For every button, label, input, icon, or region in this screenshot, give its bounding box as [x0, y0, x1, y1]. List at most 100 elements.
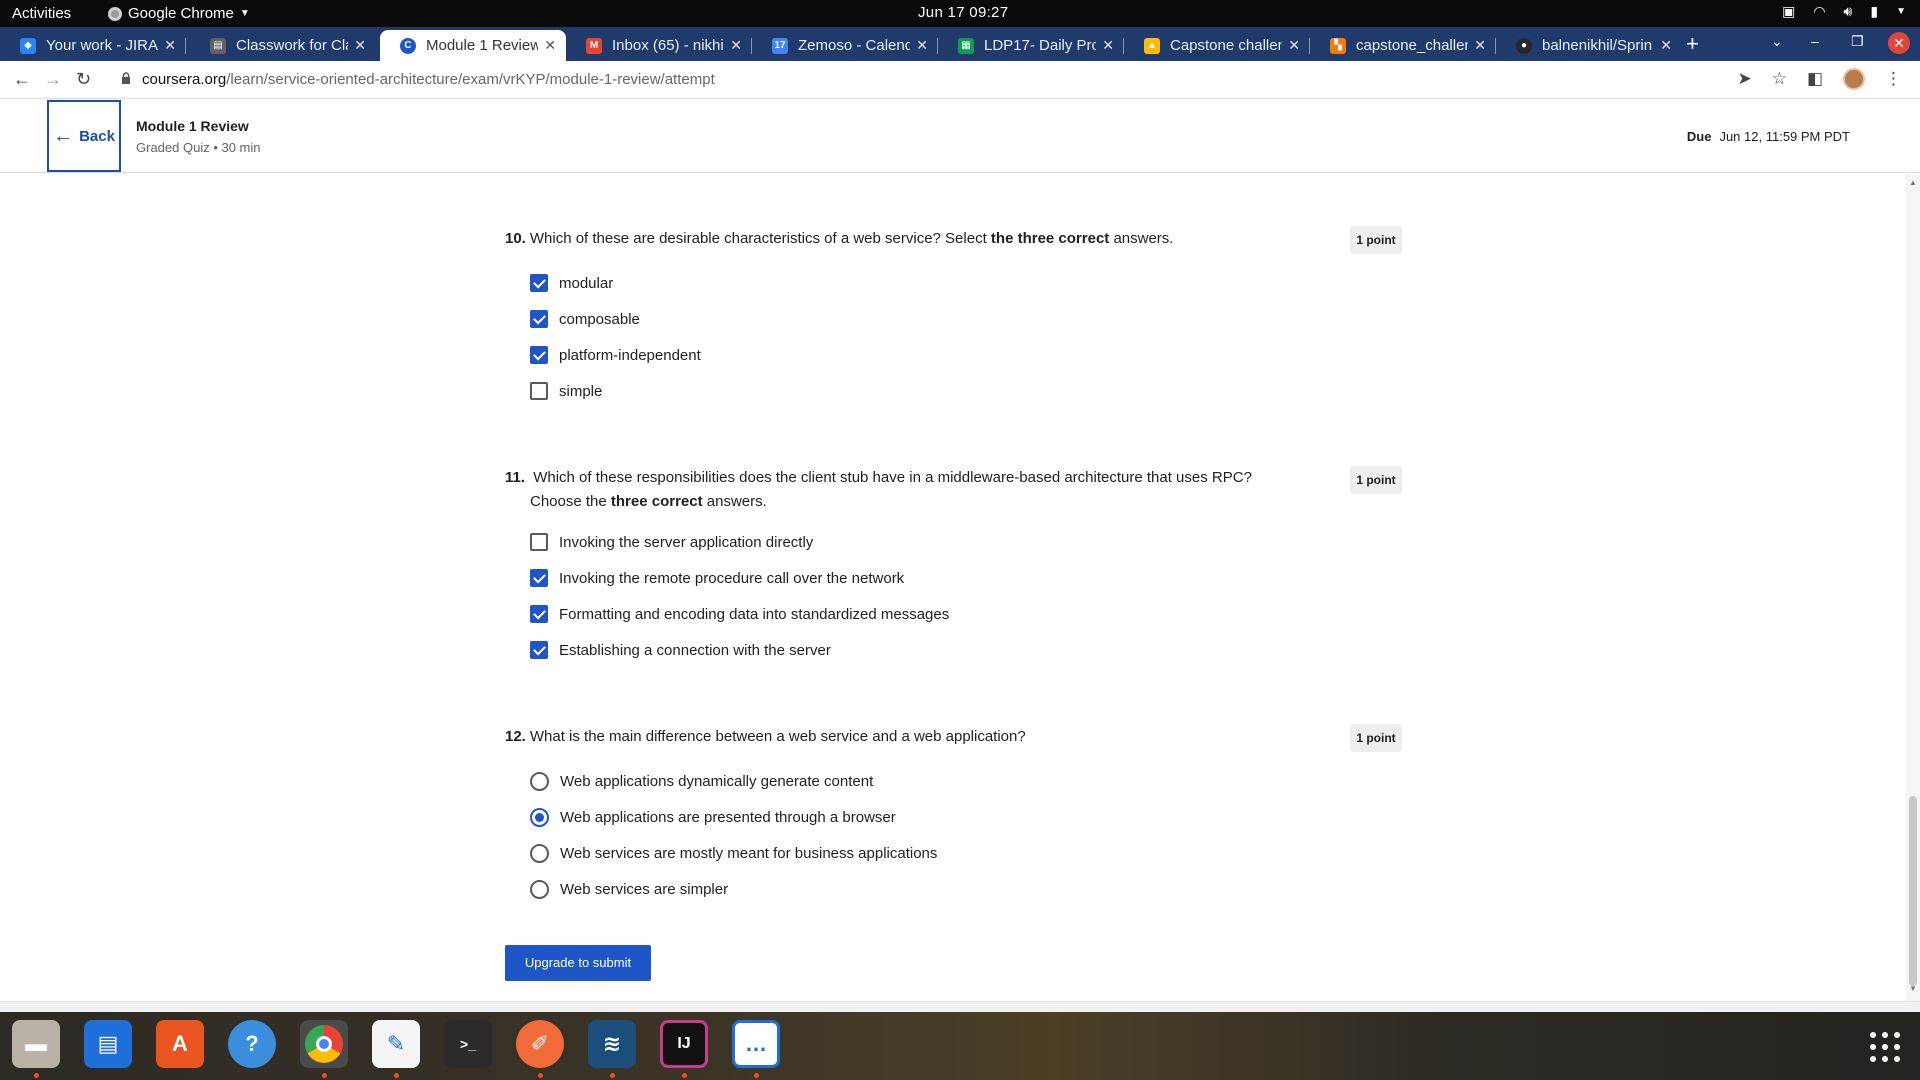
text-editor-icon[interactable]: ✎ [372, 1020, 420, 1068]
volume-icon[interactable]: 🔊︎ [1844, 3, 1853, 20]
tab-calendar[interactable]: 17 Zemoso - Calenda ✕ [752, 30, 938, 61]
option-establishing-connection[interactable]: Establishing a connection with the serve… [530, 638, 831, 662]
send-icon[interactable]: ➤ [1737, 69, 1751, 89]
notification-icon[interactable]: ▣ [1782, 3, 1795, 20]
option-presented-through-browser[interactable]: Web applications are presented through a… [530, 805, 896, 829]
checkbox[interactable] [530, 605, 548, 623]
tab-github[interactable]: ● balnenikhil/Sprin ✕ [1496, 30, 1682, 61]
option-modular[interactable]: modular [530, 271, 613, 295]
option-invoking-server-directly[interactable]: Invoking the server application directly [530, 530, 813, 554]
tab-classroom[interactable]: ▤ Classwork for Cla ✕ [190, 30, 376, 61]
tab-title: Classwork for Cla [236, 37, 349, 54]
question-text: 10. Which of these are desirable characte… [505, 227, 1265, 251]
gmail-icon: M [586, 37, 602, 54]
app-menu[interactable]: Google Chrome ▼ [108, 5, 250, 22]
star-icon[interactable]: ☆ [1772, 69, 1787, 89]
software-center-icon[interactable]: A [156, 1020, 204, 1068]
system-tray[interactable]: ▣ ◠ 🔊︎ ▮ ▼ [1782, 3, 1906, 20]
close-tab-icon[interactable]: ✕ [354, 37, 366, 54]
checkbox[interactable] [530, 533, 548, 551]
minimize-icon[interactable]: – [1811, 33, 1819, 49]
upgrade-to-submit-button[interactable]: Upgrade to submit [505, 945, 651, 981]
close-tab-icon[interactable]: ✕ [916, 37, 928, 54]
close-window-button[interactable]: ✕ [1888, 32, 1910, 54]
option-label: platform-independent [559, 346, 701, 364]
question-text-part: Choose the [530, 493, 611, 510]
option-business-applications[interactable]: Web services are mostly meant for busine… [530, 841, 937, 865]
option-web-services-simpler[interactable]: Web services are simpler [530, 877, 728, 901]
menu-dots-icon[interactable]: ⋮ [1885, 69, 1902, 89]
close-tab-icon[interactable]: ✕ [544, 37, 556, 54]
scroll-up-icon[interactable]: ▲ [1909, 178, 1917, 187]
horizontal-scrollbar[interactable] [0, 1001, 1920, 1012]
due-label: Due [1686, 129, 1712, 144]
checkbox[interactable] [530, 346, 548, 364]
tab-sheets[interactable]: ▦ LDP17- Daily Prog ✕ [938, 30, 1124, 61]
wifi-icon[interactable]: ◠ [1813, 3, 1825, 20]
clock[interactable]: Jun 17 09:27 [918, 4, 1008, 21]
profile-avatar[interactable] [1843, 68, 1865, 90]
system-top-bar: Activities Google Chrome ▼ Jun 17 09:27 … [0, 0, 1920, 27]
files-icon[interactable]: ▬ [12, 1020, 60, 1068]
close-tab-icon[interactable]: ✕ [1288, 37, 1300, 54]
scroll-down-icon[interactable]: ▼ [1909, 984, 1917, 993]
option-dynamically-generate-content[interactable]: Web applications dynamically generate co… [530, 769, 873, 793]
restore-icon[interactable]: ❐ [1851, 33, 1864, 50]
tab-drive[interactable]: ▲ Capstone challen ✕ [1124, 30, 1310, 61]
vertical-scrollbar[interactable]: ▲ ▼ [1906, 174, 1920, 1001]
option-label: Formatting and encoding data into standa… [559, 605, 950, 623]
option-invoking-rpc-over-network[interactable]: Invoking the remote procedure call over … [530, 566, 904, 590]
checkbox[interactable] [530, 274, 548, 292]
side-panel-icon[interactable]: ◧ [1807, 69, 1823, 89]
close-tab-icon[interactable]: ✕ [1660, 37, 1672, 54]
reload-icon[interactable]: ↻ [76, 69, 91, 90]
tab-jira[interactable]: ◆ Your work - JIRA ✕ [0, 30, 186, 61]
tab-search-icon[interactable]: ⌄ [1771, 33, 1783, 50]
close-tab-icon[interactable]: ✕ [1474, 37, 1486, 54]
terminal-icon[interactable]: >_ [444, 1020, 492, 1068]
option-composable[interactable]: composable [530, 307, 640, 331]
show-applications-icon[interactable] [1870, 1032, 1900, 1062]
intellij-icon[interactable]: IJ [660, 1020, 708, 1068]
postman-icon[interactable]: ✐ [516, 1020, 564, 1068]
close-tab-icon[interactable]: ✕ [1102, 37, 1114, 54]
chat-icon[interactable]: … [732, 1020, 780, 1068]
new-tab-button[interactable]: + [1686, 31, 1699, 57]
radio-button[interactable] [530, 843, 549, 863]
checkbox[interactable] [530, 641, 548, 659]
back-button[interactable]: ← Back [47, 100, 121, 172]
radio-button[interactable] [530, 879, 549, 899]
writer-icon[interactable]: ▤ [84, 1020, 132, 1068]
checkbox[interactable] [530, 310, 548, 328]
help-icon[interactable]: ? [228, 1020, 276, 1068]
radio-button[interactable] [530, 807, 549, 827]
url-path: /learn/service-oriented-architecture/exa… [226, 71, 715, 88]
tab-title: balnenikhil/Sprin [1542, 37, 1653, 54]
option-simple[interactable]: simple [530, 379, 602, 403]
question-text: 11. Which of these responsibilities does… [505, 466, 1265, 514]
chrome-icon[interactable] [300, 1020, 348, 1068]
running-indicator [682, 1073, 687, 1078]
option-formatting-encoding-data[interactable]: Formatting and encoding data into standa… [530, 602, 949, 626]
option-label: Invoking the remote procedure call over … [559, 569, 905, 587]
close-tab-icon[interactable]: ✕ [730, 37, 742, 54]
tab-module-1-review[interactable]: C Module 1 Review ✕ [380, 30, 566, 61]
tab-capstone[interactable]: ▚ capstone_challen ✕ [1310, 30, 1496, 61]
battery-icon[interactable]: ▮ [1870, 3, 1878, 20]
lock-icon[interactable] [121, 72, 131, 84]
scrollbar-thumb[interactable] [1909, 796, 1917, 986]
checkbox[interactable] [530, 569, 548, 587]
caret-down-icon[interactable]: ▼ [1896, 6, 1906, 17]
close-tab-icon[interactable]: ✕ [164, 37, 176, 54]
app-name: Google Chrome [128, 5, 234, 22]
back-arrow-icon[interactable]: ← [13, 69, 31, 90]
address-bar[interactable]: coursera.org/learn/service-oriented-arch… [142, 71, 715, 88]
activities-button[interactable]: Activities [12, 5, 71, 22]
option-platform-independent[interactable]: platform-independent [530, 343, 701, 367]
classroom-icon: ▤ [210, 37, 226, 54]
radio-button[interactable] [530, 771, 549, 791]
mysql-workbench-icon[interactable]: ≋ [588, 1020, 636, 1068]
checkbox[interactable] [530, 382, 548, 400]
tab-gmail[interactable]: M Inbox (65) - nikhil. ✕ [566, 30, 752, 61]
forward-arrow-icon[interactable]: → [44, 69, 62, 90]
